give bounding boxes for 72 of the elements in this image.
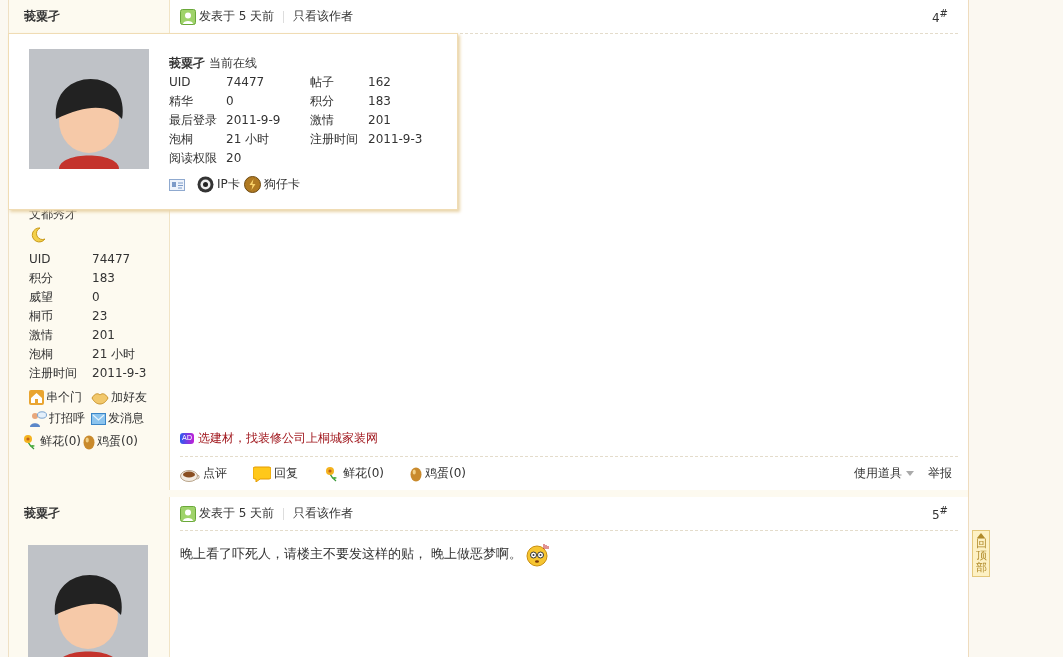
card-link[interactable] bbox=[169, 178, 185, 191]
report-link[interactable]: 举报 bbox=[928, 465, 952, 482]
house-icon bbox=[29, 390, 44, 405]
stat-label: 积分 bbox=[310, 93, 335, 110]
post-time: 发表于 5 天前 bbox=[199, 8, 275, 25]
action-link[interactable]: 回复 bbox=[253, 465, 298, 482]
card-link[interactable]: 狗仔卡 bbox=[243, 176, 300, 193]
gift-link[interactable]: 鸡蛋(0) bbox=[83, 433, 138, 450]
profile-link[interactable]: 打招呼 bbox=[29, 410, 85, 427]
stat-value: 2011-9-3 bbox=[368, 131, 423, 148]
envelope-icon bbox=[91, 412, 106, 425]
online-status: 当前在线 bbox=[209, 55, 257, 72]
stat-value: 2011-9-9 bbox=[226, 112, 282, 129]
action-link[interactable]: 鸡蛋(0) bbox=[410, 465, 466, 482]
action-link[interactable]: 点评 bbox=[180, 465, 227, 482]
user-icon bbox=[180, 505, 196, 522]
stat-label: 精华 bbox=[169, 93, 194, 110]
stat-value: 0 bbox=[226, 93, 235, 110]
author-name[interactable]: 莪粟孑 bbox=[9, 0, 169, 33]
tools-menu[interactable]: 使用道具 bbox=[854, 465, 914, 482]
id-card-icon bbox=[169, 178, 185, 191]
author-only-link[interactable]: 只看该作者 bbox=[293, 8, 354, 25]
speech-bubble-icon bbox=[253, 465, 271, 482]
user-name: 莪粟孑 bbox=[169, 55, 205, 72]
stat-label: 激情 bbox=[310, 112, 335, 129]
egg-icon bbox=[410, 465, 422, 482]
author-only-link[interactable]: 只看该作者 bbox=[293, 505, 354, 522]
eye-icon bbox=[197, 176, 214, 193]
up-arrow-icon bbox=[977, 533, 985, 538]
profile-link[interactable]: 加好友 bbox=[91, 389, 147, 406]
profile-link[interactable]: 发消息 bbox=[91, 410, 147, 427]
profile-link[interactable]: 串个门 bbox=[29, 389, 85, 406]
stat-value: 21 小时 bbox=[92, 346, 137, 363]
stat-label: 桐币 bbox=[29, 308, 54, 325]
action-link[interactable]: 鲜花(0) bbox=[324, 465, 384, 482]
stat-label: 泡桐 bbox=[29, 346, 54, 363]
stat-label: UID bbox=[29, 251, 52, 268]
stat-value: 183 bbox=[368, 93, 392, 110]
stat-label: 注册时间 bbox=[310, 131, 359, 148]
user-icon bbox=[180, 8, 196, 25]
floor-number: 5$^{#}$ bbox=[931, 505, 948, 522]
stat-value: 74477 bbox=[92, 251, 132, 268]
post-time: 发表于 5 天前 bbox=[199, 505, 275, 522]
stat-label: 最后登录 bbox=[169, 112, 218, 129]
stat-value: 20 bbox=[226, 150, 243, 167]
stat-label: 威望 bbox=[29, 289, 54, 306]
stat-label: 积分 bbox=[29, 270, 54, 287]
caret-icon bbox=[906, 471, 914, 476]
stat-value: 21 小时 bbox=[226, 131, 271, 148]
stat-value: 2011-9-3 bbox=[92, 365, 148, 382]
gift-link[interactable]: 鲜花(0) bbox=[22, 433, 81, 450]
stat-label: 泡桐 bbox=[169, 131, 194, 148]
ad-link[interactable]: 选建材，找装修公司上桐城家装网 bbox=[198, 429, 379, 447]
floor-number: 4$^{#}$ bbox=[931, 8, 948, 25]
stat-value: 23 bbox=[92, 308, 109, 325]
stat-value: 201 bbox=[368, 112, 392, 129]
stat-value: 74477 bbox=[226, 74, 266, 91]
coin-icon bbox=[243, 176, 261, 193]
stat-label: 激情 bbox=[29, 327, 54, 344]
egg-icon bbox=[83, 433, 95, 450]
stat-value: 201 bbox=[92, 327, 116, 344]
moon-icon bbox=[29, 226, 47, 244]
stat-label: UID bbox=[169, 74, 192, 91]
stat-label: 帖子 bbox=[310, 74, 335, 91]
post-text: 晚上看了吓死人，请楼主不要发这样的贴， 晚上做恶梦啊。 bbox=[180, 545, 523, 563]
card-link[interactable]: IP卡 bbox=[197, 176, 240, 193]
stat-value: 162 bbox=[368, 74, 392, 91]
person-speech-icon bbox=[29, 410, 47, 427]
stat-value: 0 bbox=[92, 289, 101, 306]
stat-value: 183 bbox=[92, 270, 116, 287]
stat-label: 注册时间 bbox=[29, 365, 78, 382]
stat-label: 阅读权限 bbox=[169, 150, 218, 167]
